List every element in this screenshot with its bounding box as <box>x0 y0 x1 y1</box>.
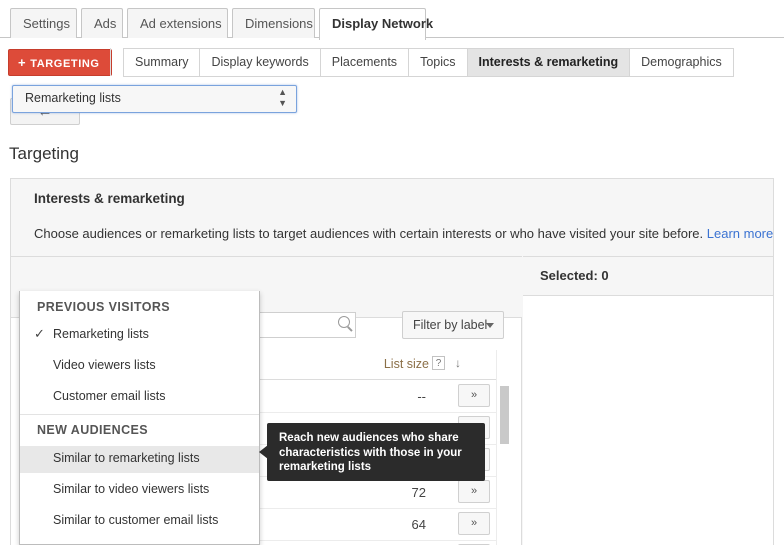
subtab-summary[interactable]: Summary <box>123 48 201 77</box>
search-input[interactable] <box>256 312 356 338</box>
dropdown-item-video-viewers-lists[interactable]: Video viewers lists <box>20 353 259 380</box>
spinner-up-icon: ▲ <box>278 87 287 97</box>
scrollbar-thumb[interactable] <box>500 386 509 444</box>
spinner-arrows-icon: ▲ ▼ <box>278 87 287 109</box>
row-list-size: -- <box>417 389 426 404</box>
subtab-placements[interactable]: Placements <box>320 48 410 77</box>
add-targeting-button[interactable]: + TARGETING <box>8 49 112 76</box>
dropdown-item-label: Similar to remarketing lists <box>53 451 200 465</box>
chevron-down-icon <box>486 323 494 328</box>
dropdown-item-label: Similar to video viewers lists <box>53 482 210 496</box>
add-row-button[interactable]: » <box>458 480 490 503</box>
subtab-demographics[interactable]: Demographics <box>630 48 734 77</box>
tab-display-network[interactable]: Display Network <box>319 8 433 40</box>
panel-description: Choose audiences or remarketing lists to… <box>34 226 773 241</box>
dropdown-group-heading-previous-visitors: PREVIOUS VISITORS <box>37 300 170 314</box>
filter-by-label-button[interactable]: Filter by label <box>402 311 504 339</box>
dropdown-item-label: Similar to customer email lists <box>53 513 219 527</box>
table-row[interactable]: 210 » <box>256 541 504 545</box>
check-icon: ✓ <box>34 326 45 341</box>
selected-pane: Selected: 0 <box>523 256 773 545</box>
tab-ads[interactable]: Ads <box>81 8 123 39</box>
page-root: Settings Ads Ad extensions Dimensions Di… <box>0 0 784 545</box>
row-list-size: 72 <box>411 485 426 500</box>
search-icon <box>338 316 350 328</box>
panel-title: Interests & remarketing <box>34 191 185 206</box>
selected-bar: Selected: 0 <box>523 257 773 296</box>
tooltip: Reach new audiences who share characteri… <box>259 423 485 481</box>
list-scrollbar[interactable] <box>496 350 511 545</box>
dropdown-item-label: Remarketing lists <box>53 327 149 341</box>
dropdown-separator <box>20 414 259 415</box>
add-row-button[interactable]: » <box>458 384 490 407</box>
sub-tab-group: Summary Display keywords Placements Topi… <box>123 48 734 77</box>
dropdown-item-in-market-audiences[interactable]: In-market audiences <box>20 539 259 545</box>
subtab-display-keywords[interactable]: Display keywords <box>200 48 321 77</box>
table-header: List size ? ↓ <box>256 350 504 380</box>
learn-more-link[interactable]: Learn more <box>707 226 773 241</box>
panel-header: Interests & remarketing Choose audiences… <box>11 179 773 256</box>
panel-description-text: Choose audiences or remarketing lists to… <box>34 226 704 241</box>
sub-tab-bar: + TARGETING Summary Display keywords Plac… <box>0 38 784 81</box>
dropdown-item-similar-to-customer-email-lists[interactable]: Similar to customer email lists <box>20 508 259 535</box>
table-row[interactable]: 72 » <box>256 477 504 509</box>
dropdown-item-remarketing-lists[interactable]: ✓ Remarketing lists <box>20 322 259 349</box>
subtab-topics[interactable]: Topics <box>409 48 468 77</box>
selected-count-label: Selected: 0 <box>540 268 609 283</box>
filter-by-label-text: Filter by label <box>413 318 488 332</box>
column-header-list-size[interactable]: List size <box>384 357 429 371</box>
help-icon[interactable]: ? <box>432 356 445 370</box>
tab-settings[interactable]: Settings <box>10 8 77 39</box>
table-row[interactable]: 64 » <box>256 509 504 541</box>
audience-type-select[interactable]: Remarketing lists ▲ ▼ <box>12 85 297 113</box>
spinner-down-icon: ▼ <box>278 98 287 108</box>
table-row[interactable]: -- » <box>256 381 504 413</box>
row-list-size: 64 <box>411 517 426 532</box>
audience-type-dropdown-menu: PREVIOUS VISITORS ✓ Remarketing lists Vi… <box>19 291 260 545</box>
toolbar-divider <box>110 48 111 76</box>
plus-icon: + <box>18 55 27 70</box>
main-tab-bar: Settings Ads Ad extensions Dimensions Di… <box>0 0 784 40</box>
audience-type-select-value: Remarketing lists <box>25 91 121 105</box>
tooltip-pointer <box>259 445 268 459</box>
dropdown-item-similar-to-video-viewers-lists[interactable]: Similar to video viewers lists <box>20 477 259 504</box>
dropdown-item-similar-to-remarketing-lists[interactable]: Similar to remarketing lists <box>20 446 259 473</box>
dropdown-item-customer-email-lists[interactable]: Customer email lists <box>20 384 259 411</box>
page-title: Targeting <box>9 144 79 163</box>
dropdown-item-label: Video viewers lists <box>53 358 156 372</box>
tab-dimensions[interactable]: Dimensions <box>232 8 315 39</box>
add-targeting-label: TARGETING <box>30 58 100 70</box>
tab-ad-extensions[interactable]: Ad extensions <box>127 8 228 39</box>
add-row-button[interactable]: » <box>458 512 490 535</box>
dropdown-group-heading-new-audiences: NEW AUDIENCES <box>37 423 148 437</box>
subtab-interests-remarketing[interactable]: Interests & remarketing <box>467 48 631 77</box>
sort-descending-icon[interactable]: ↓ <box>455 356 461 370</box>
tooltip-text: Reach new audiences who share characteri… <box>279 432 462 473</box>
dropdown-item-label: Customer email lists <box>53 389 166 403</box>
